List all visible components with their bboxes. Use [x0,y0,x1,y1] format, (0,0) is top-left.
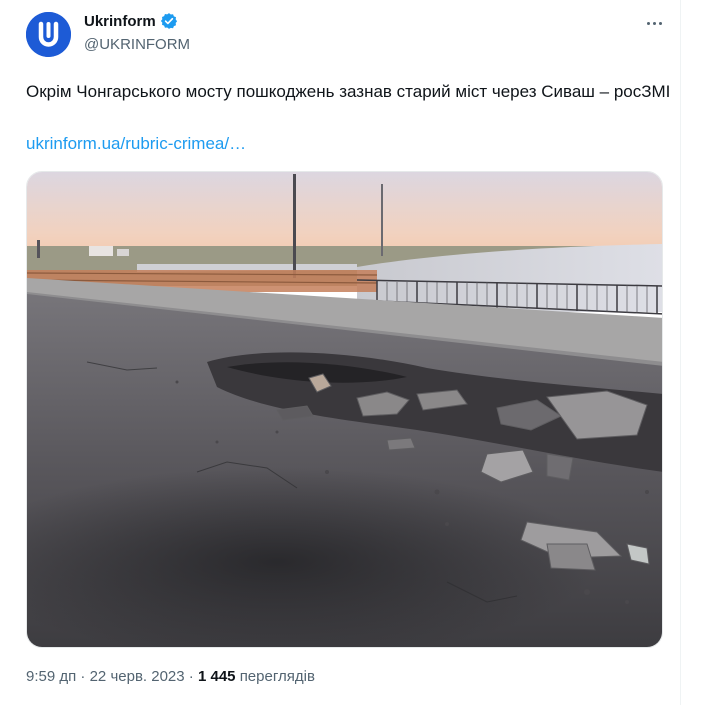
verified-badge-icon[interactable] [160,12,178,30]
ukrinform-logo-icon [26,12,71,57]
views-label: переглядів [239,668,315,685]
tweet-date[interactable]: 22 черв. 2023 [90,668,185,685]
tweet: Ukrinform @UKRINFORM Окрім Чонгарського … [0,0,705,705]
tweet-photo[interactable] [26,171,663,648]
avatar[interactable] [26,12,71,57]
display-name[interactable]: Ukrinform [84,13,156,30]
tweet-time[interactable]: 9:59 дп [26,668,76,685]
tweet-meta: 9:59 дп · 22 черв. 2023 · 1 445 перегляд… [26,668,315,685]
bridge-damage-image [27,172,662,647]
views-count: 1 445 [197,668,236,685]
account-handle[interactable]: @UKRINFORM [84,36,190,53]
author-row: Ukrinform [84,12,178,30]
tweet-text: Окрім Чонгарського мосту пошкоджень зазн… [26,82,671,101]
meta-separator: · [80,668,86,685]
column-divider [680,0,681,705]
meta-separator: · [188,668,194,685]
tweet-link[interactable]: ukrinform.ua/rubric-crimea/… [26,132,246,156]
more-options-icon[interactable] [640,14,668,32]
